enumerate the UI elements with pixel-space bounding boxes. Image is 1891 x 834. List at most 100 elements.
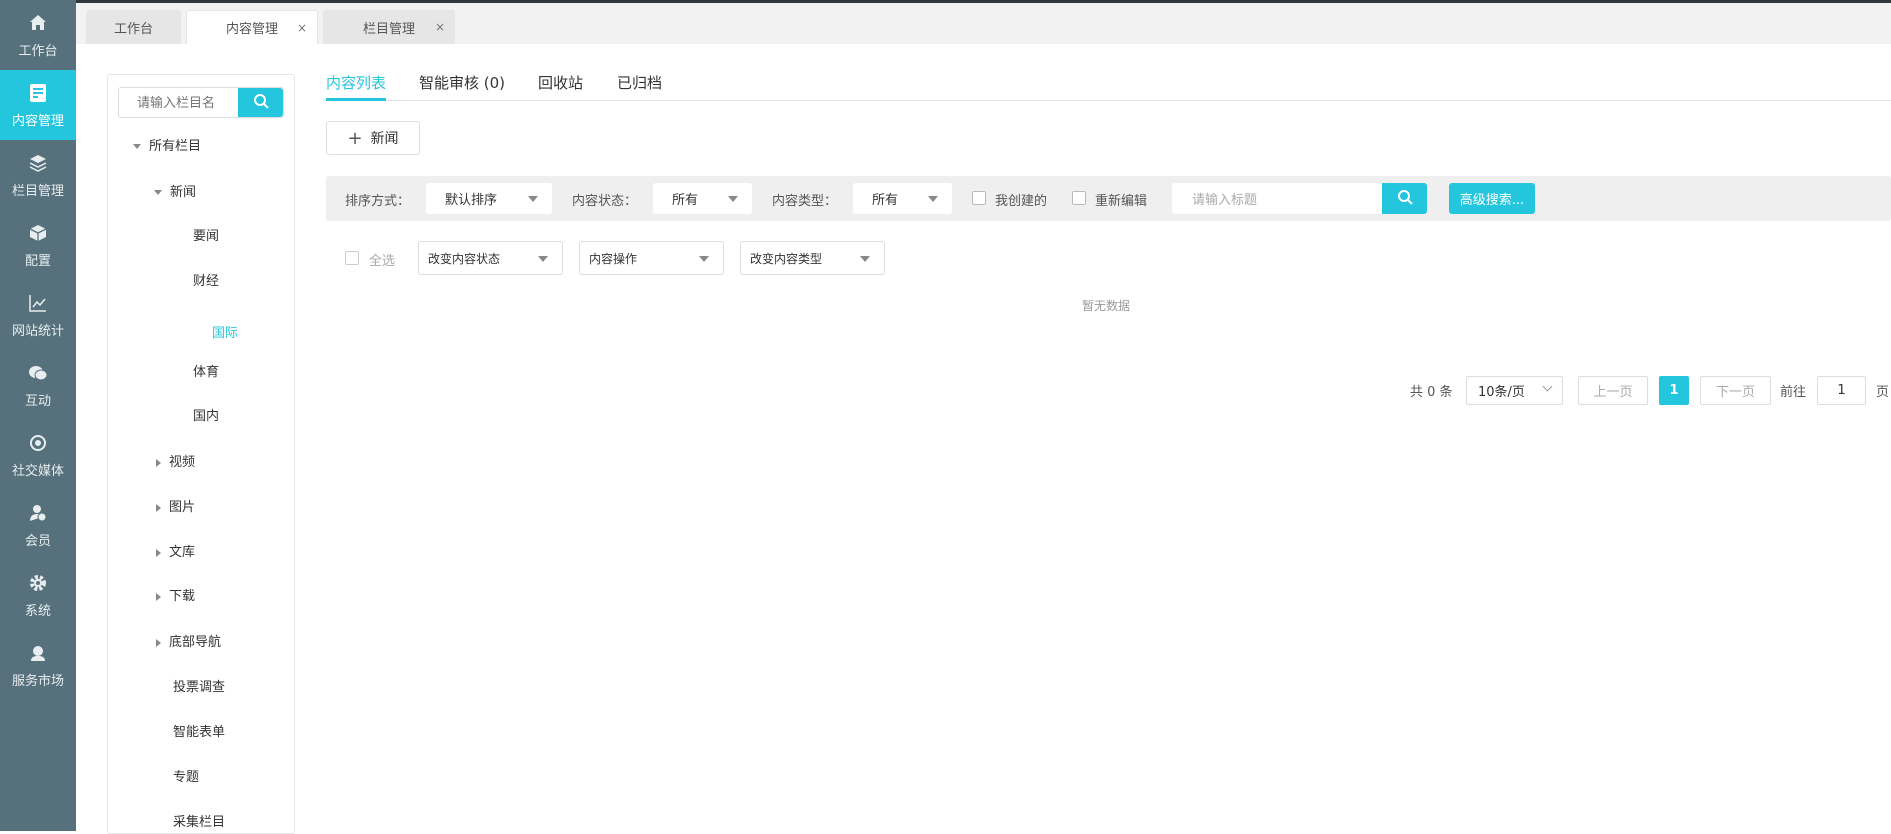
chevron-down-icon xyxy=(1542,381,1553,392)
next-page-button[interactable]: 下一页 xyxy=(1700,376,1771,405)
tree-item[interactable]: 投票调查 xyxy=(173,676,225,695)
tree-item-news[interactable]: 新闻 xyxy=(154,181,196,200)
caret-down-icon xyxy=(860,256,870,262)
tab-archived[interactable]: 已归档 xyxy=(617,72,662,93)
prev-page-button[interactable]: 上一页 xyxy=(1578,376,1648,405)
caret-right-icon[interactable] xyxy=(156,638,161,647)
tab-column-management[interactable]: 栏目管理 × xyxy=(323,10,455,44)
tree-item[interactable]: 智能表单 xyxy=(173,721,225,740)
sidebar-item-social[interactable]: 社交媒体 xyxy=(0,420,76,490)
tree-item[interactable]: 体育 xyxy=(193,361,219,380)
tree-item[interactable]: 下载 xyxy=(156,585,195,604)
type-select[interactable]: 所有 xyxy=(853,183,952,214)
tree-item[interactable]: 文库 xyxy=(156,541,195,560)
tree-item[interactable]: 专题 xyxy=(173,766,199,785)
caret-down-icon[interactable] xyxy=(133,144,141,149)
status-select[interactable]: 所有 xyxy=(653,183,752,214)
tree-item[interactable]: 视频 xyxy=(156,451,195,470)
tab-workbench[interactable]: 工作台 xyxy=(86,10,181,44)
caret-down-icon xyxy=(528,196,538,202)
tab-content-list[interactable]: 内容列表 xyxy=(326,72,387,101)
sort-label: 排序方式： xyxy=(345,194,411,209)
select-all-label: 全选 xyxy=(369,254,396,269)
sidebar-item-member[interactable]: 会员 xyxy=(0,490,76,560)
sort-select[interactable]: 默认排序 xyxy=(426,183,552,214)
tab-content-management[interactable]: 内容管理 × xyxy=(186,10,318,44)
caret-right-icon[interactable] xyxy=(156,548,161,557)
sidebar-item-columns[interactable]: 栏目管理 xyxy=(0,140,76,210)
reedit-checkbox[interactable] xyxy=(1072,191,1086,205)
change-status-select[interactable]: 改变内容状态 xyxy=(418,241,563,275)
tree-item-all[interactable]: 所有栏目 xyxy=(133,135,201,154)
sidebar-item-workbench[interactable]: 工作台 xyxy=(0,0,76,70)
sidebar-item-label: 会员 xyxy=(24,533,51,549)
sidebar-item-interaction[interactable]: 互动 xyxy=(0,350,76,420)
tree-item-selected[interactable]: 国际 xyxy=(193,316,239,347)
caret-down-icon xyxy=(699,256,709,262)
tab-bar: 工作台 内容管理 × 栏目管理 × xyxy=(76,3,1891,44)
change-status-label: 改变内容状态 xyxy=(428,251,501,266)
tab-smart-review[interactable]: 智能审核 (0) xyxy=(419,72,505,93)
sidebar-item-config[interactable]: 配置 xyxy=(0,210,76,280)
tree-item-label: 新闻 xyxy=(170,185,197,200)
type-label: 内容类型： xyxy=(772,194,838,209)
tree-item[interactable]: 图片 xyxy=(156,496,195,515)
caret-right-icon[interactable] xyxy=(156,503,161,512)
sidebar-item-label: 配置 xyxy=(24,253,51,269)
total-count: 共 0 条 xyxy=(1410,385,1453,400)
column-search-button[interactable] xyxy=(238,88,283,117)
sidebar-item-label: 工作台 xyxy=(18,43,58,59)
member-icon xyxy=(27,502,49,524)
tree-item[interactable]: 财经 xyxy=(193,270,219,289)
content-operation-label: 内容操作 xyxy=(589,251,638,266)
sidebar-item-label: 网站统计 xyxy=(11,323,64,339)
mine-label: 我创建的 xyxy=(995,194,1048,209)
sort-value: 默认排序 xyxy=(445,193,498,208)
tree-item[interactable]: 采集栏目 xyxy=(173,811,225,830)
sidebar-item-system[interactable]: 系统 xyxy=(0,560,76,630)
status-label: 内容状态： xyxy=(572,194,638,209)
sidebar-item-stats[interactable]: 网站统计 xyxy=(0,280,76,350)
sidebar-item-content[interactable]: 内容管理 xyxy=(0,70,76,140)
column-search-input[interactable] xyxy=(119,88,238,117)
advanced-search-button[interactable]: 高级搜索... xyxy=(1449,183,1535,214)
title-search-input[interactable]: 请输入标题 xyxy=(1172,183,1382,214)
caret-down-icon xyxy=(728,196,738,202)
add-news-button[interactable]: + 新闻 xyxy=(326,121,420,155)
page-suffix: 页 xyxy=(1876,385,1890,400)
close-icon[interactable]: × xyxy=(297,21,307,35)
sidebar-item-label: 互动 xyxy=(24,393,51,409)
mine-checkbox[interactable] xyxy=(972,191,986,205)
sidebar-item-label: 系统 xyxy=(24,603,51,619)
tab-label: 栏目管理 xyxy=(362,21,415,37)
search-icon xyxy=(253,93,269,113)
sidebar-item-market[interactable]: 服务市场 xyxy=(0,630,76,700)
caret-right-icon[interactable] xyxy=(156,592,161,601)
caret-right-icon[interactable] xyxy=(156,458,161,467)
cube-icon xyxy=(27,222,49,244)
type-value: 所有 xyxy=(872,193,899,208)
caret-down-icon xyxy=(928,196,938,202)
tree-item[interactable]: 国内 xyxy=(193,405,219,424)
tree-item[interactable]: 要闻 xyxy=(193,225,219,244)
title-search-button[interactable] xyxy=(1382,183,1427,214)
add-news-label: 新闻 xyxy=(370,131,399,147)
caret-down-icon[interactable] xyxy=(154,190,162,195)
close-icon[interactable]: × xyxy=(435,20,445,34)
line-chart-icon xyxy=(27,292,49,314)
column-search xyxy=(118,87,284,118)
tree-item-label: 底部导航 xyxy=(169,635,222,650)
plus-icon: + xyxy=(347,127,363,149)
goto-label: 前往 xyxy=(1780,385,1807,400)
page-size-select[interactable]: 10条/页 xyxy=(1466,376,1563,405)
tree-item[interactable]: 底部导航 xyxy=(156,631,221,650)
goto-page-input[interactable]: 1 xyxy=(1817,376,1866,405)
tab-recycle-bin[interactable]: 回收站 xyxy=(538,72,583,93)
content-tabs: 内容列表 智能审核 (0) 回收站 已归档 xyxy=(326,70,1891,101)
change-type-select[interactable]: 改变内容类型 xyxy=(740,241,885,275)
select-all-checkbox[interactable] xyxy=(345,251,359,265)
content-operation-select[interactable]: 内容操作 xyxy=(579,241,724,275)
gear-icon xyxy=(27,572,49,594)
page-1-button[interactable]: 1 xyxy=(1659,376,1689,405)
tab-label: 内容管理 xyxy=(225,22,278,37)
